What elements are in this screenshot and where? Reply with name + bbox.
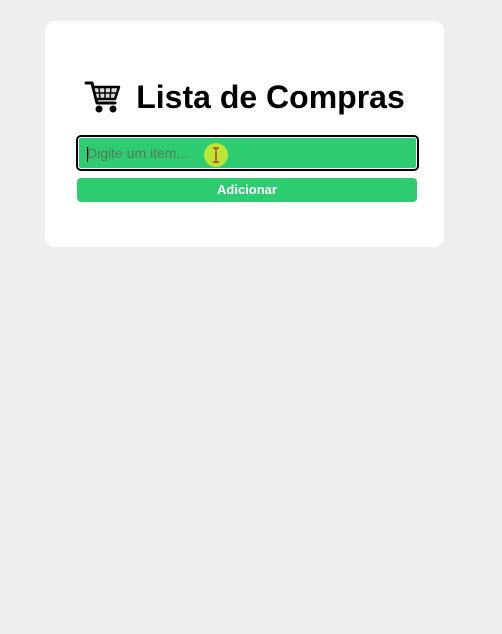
shopping-list-card: Lista de Compras Adicionar xyxy=(45,21,444,247)
item-input-wrapper[interactable] xyxy=(76,135,419,171)
add-item-button[interactable]: Adicionar xyxy=(77,178,417,202)
item-input[interactable] xyxy=(78,137,417,169)
text-cursor-icon xyxy=(211,146,221,164)
page-title: Lista de Compras xyxy=(136,79,405,115)
text-caret xyxy=(87,147,88,162)
title-row: Lista de Compras xyxy=(45,77,444,117)
shopping-cart-icon xyxy=(84,79,122,115)
